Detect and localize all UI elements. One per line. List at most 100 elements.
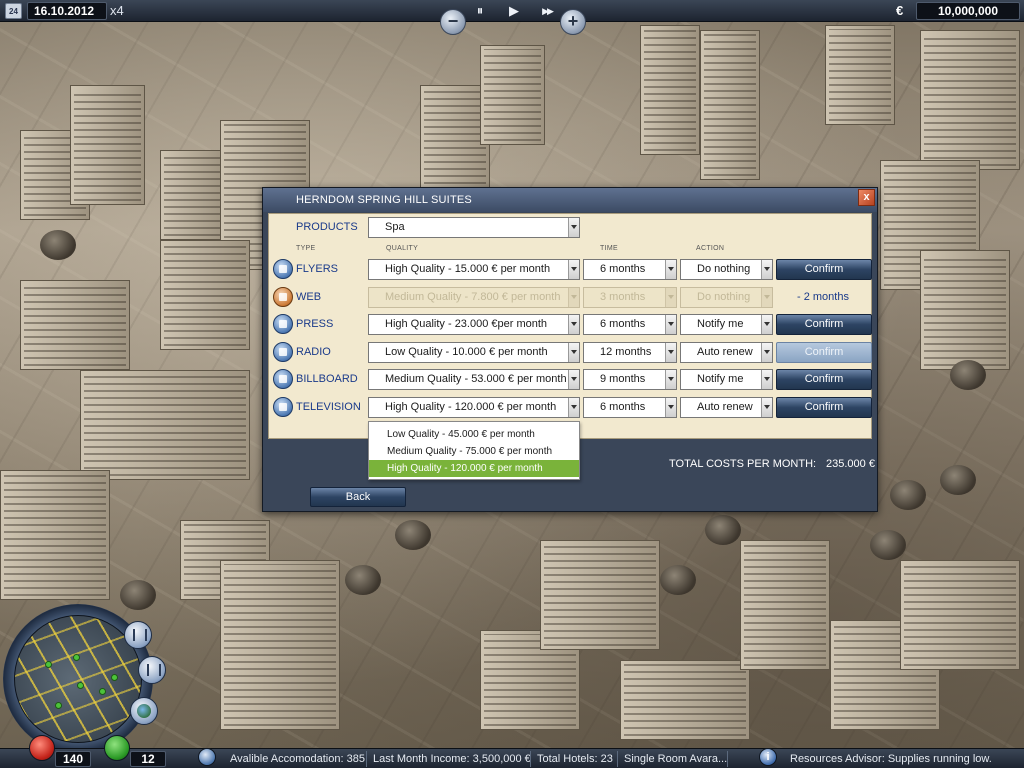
quality-select-press[interactable]: High Quality - 23.000 €per month — [368, 314, 580, 335]
action-value: Auto renew — [697, 346, 753, 358]
map-hotel-marker[interactable] — [55, 702, 62, 709]
action-select-flyers[interactable]: Do nothing — [680, 259, 773, 280]
quality-select-flyers[interactable]: High Quality - 15.000 € per month — [368, 259, 580, 280]
dropdown-option-selected[interactable]: High Quality - 120.000 € per month — [369, 460, 579, 477]
total-costs-label: TOTAL COSTS PER MONTH: — [669, 458, 817, 470]
building — [80, 370, 250, 480]
divider — [727, 751, 728, 767]
quality-value: High Quality - 23.000 €per month — [385, 318, 548, 330]
quality-select-radio[interactable]: Low Quality - 10.000 € per month — [368, 342, 580, 363]
time-select-television[interactable]: 6 months — [583, 397, 677, 418]
chevron-down-icon — [568, 260, 579, 279]
confirm-button-billboard[interactable]: Confirm — [776, 369, 872, 390]
map-hotel-marker[interactable] — [45, 661, 52, 668]
chart-icon[interactable] — [198, 748, 216, 766]
action-select-television[interactable]: Auto renew — [680, 397, 773, 418]
play-button[interactable]: ▶ — [506, 3, 522, 19]
advisor-message[interactable]: Resources Advisor: Supplies running low. — [790, 751, 992, 767]
row-type-television: TELEVISION — [296, 401, 361, 413]
fast-forward-button[interactable]: ▶▶ — [536, 3, 558, 19]
red-cube-icon[interactable] — [29, 735, 55, 761]
row-type-flyers: FLYERS — [296, 263, 338, 275]
web-icon[interactable] — [273, 287, 293, 307]
quality-value: High Quality - 15.000 € per month — [385, 263, 551, 275]
minimap[interactable] — [14, 615, 142, 743]
quality-value: Low Quality - 10.000 € per month — [385, 346, 548, 358]
chevron-down-icon — [665, 260, 676, 279]
zoom-out-button[interactable]: − — [440, 9, 466, 35]
zoom-in-button[interactable]: + — [560, 9, 586, 35]
action-value: Notify me — [697, 373, 744, 385]
building — [160, 150, 225, 240]
time-select-radio[interactable]: 12 months — [583, 342, 677, 363]
action-select-radio[interactable]: Auto renew — [680, 342, 773, 363]
info-icon[interactable]: i — [759, 748, 777, 766]
radio-icon[interactable] — [273, 342, 293, 362]
total-hotels: Total Hotels: 23 — [537, 753, 613, 765]
calendar-icon[interactable]: 24 — [5, 3, 22, 19]
divider — [617, 751, 618, 767]
top-bar: 24 16.10.2012 x4 ⏸ ▶ ▶▶ € 10,000,000 — [0, 0, 1024, 22]
chevron-down-icon — [665, 343, 676, 362]
remaining-duration-web: - 2 months — [797, 291, 849, 303]
products-select-value: Spa — [385, 221, 405, 233]
column-header-action: ACTION — [696, 245, 725, 252]
back-button[interactable]: Back — [310, 487, 406, 507]
time-value: 6 months — [600, 401, 646, 413]
map-hotel-marker[interactable] — [77, 682, 84, 689]
bottom-bar: 140 12 Avalible Accomodation: 385 Last M… — [0, 748, 1024, 768]
chevron-down-icon — [761, 398, 772, 417]
action-select-billboard[interactable]: Notify me — [680, 369, 773, 390]
quality-dropdown-list: Low Quality - 45.000 € per month Medium … — [368, 421, 580, 480]
bank-icon[interactable] — [138, 656, 166, 684]
row-type-press: PRESS — [296, 318, 334, 330]
chevron-down-icon — [568, 343, 579, 362]
confirm-button-television[interactable]: Confirm — [776, 397, 872, 418]
building — [0, 470, 110, 600]
confirm-button-press[interactable]: Confirm — [776, 314, 872, 335]
chevron-down-icon — [568, 218, 579, 237]
chevron-down-icon — [761, 260, 772, 279]
dropdown-option[interactable]: Low Quality - 45.000 € per month — [369, 426, 579, 443]
action-value: Notify me — [697, 318, 744, 330]
game-date: 16.10.2012 — [27, 2, 107, 20]
time-select-billboard[interactable]: 9 months — [583, 369, 677, 390]
quality-value: Medium Quality - 53.000 € per month — [385, 373, 567, 385]
time-value: 6 months — [600, 318, 646, 330]
press-icon[interactable] — [273, 314, 293, 334]
action-select-press[interactable]: Notify me — [680, 314, 773, 335]
green-resource-count: 12 — [130, 751, 166, 767]
products-label: PRODUCTS — [296, 221, 358, 233]
dropdown-option[interactable]: Medium Quality - 75.000 € per month — [369, 443, 579, 460]
building — [700, 30, 760, 180]
map-hotel-marker[interactable] — [73, 654, 80, 661]
building — [825, 25, 895, 125]
available-accommodation: Avalible Accomodation: 385 — [230, 753, 365, 765]
map-hotel-marker[interactable] — [111, 674, 118, 681]
building-icon[interactable] — [124, 621, 152, 649]
confirm-button-radio[interactable]: Confirm — [776, 342, 872, 363]
time-select-press[interactable]: 6 months — [583, 314, 677, 335]
action-value: Auto renew — [697, 401, 753, 413]
currency-icon: € — [896, 3, 904, 18]
pause-button[interactable]: ⏸ — [472, 3, 488, 19]
close-button[interactable]: x — [858, 189, 875, 206]
green-cube-icon[interactable] — [104, 735, 130, 761]
confirm-button-flyers[interactable]: Confirm — [776, 259, 872, 280]
tree — [870, 530, 906, 560]
map-hotel-marker[interactable] — [99, 688, 106, 695]
television-icon[interactable] — [273, 397, 293, 417]
quality-select-television[interactable]: High Quality - 120.000 € per month — [368, 397, 580, 418]
chevron-down-icon — [568, 398, 579, 417]
row-type-radio: RADIO — [296, 346, 331, 358]
flyer-icon[interactable] — [273, 259, 293, 279]
time-select-flyers[interactable]: 6 months — [583, 259, 677, 280]
billboard-icon[interactable] — [273, 369, 293, 389]
globe-icon[interactable] — [130, 697, 158, 725]
products-select[interactable]: Spa — [368, 217, 580, 238]
building — [640, 25, 700, 155]
chevron-down-icon — [568, 370, 579, 389]
quality-value: High Quality - 120.000 € per month — [385, 401, 557, 413]
column-header-time: TIME — [600, 245, 618, 252]
quality-select-billboard[interactable]: Medium Quality - 53.000 € per month — [368, 369, 580, 390]
